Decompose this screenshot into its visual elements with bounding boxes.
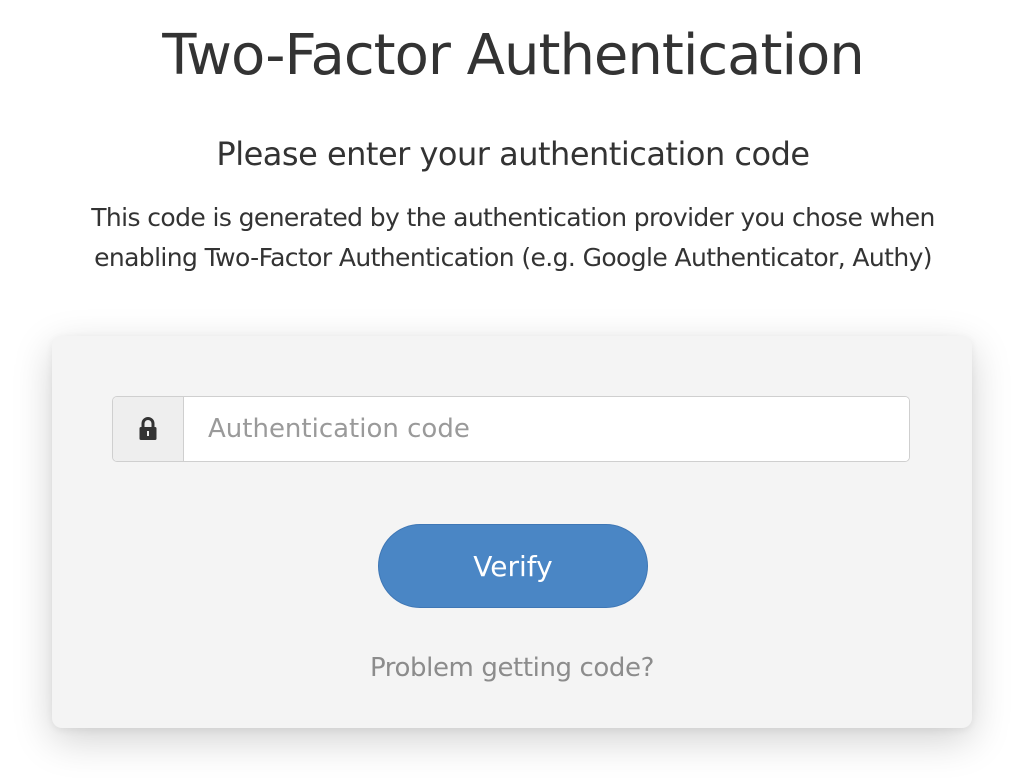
- description-line-2: enabling Two-Factor Authentication (e.g.…: [94, 243, 932, 272]
- verification-card: Verify Problem getting code?: [52, 336, 972, 728]
- problem-getting-code-link[interactable]: Problem getting code?: [52, 648, 972, 688]
- auth-code-input-group: [112, 396, 910, 462]
- page-title: Two-Factor Authentication: [162, 23, 865, 88]
- page-subtitle: Please enter your authentication code: [216, 135, 810, 173]
- two-factor-page: Two-Factor Authentication Please enter y…: [0, 0, 1026, 778]
- description-line-1: This code is generated by the authentica…: [91, 203, 935, 232]
- page-description: This code is generated by the authentica…: [30, 198, 996, 278]
- lock-icon: [139, 417, 157, 440]
- input-addon: [113, 397, 184, 461]
- authentication-code-input[interactable]: [184, 397, 909, 461]
- verify-button[interactable]: Verify: [378, 524, 648, 608]
